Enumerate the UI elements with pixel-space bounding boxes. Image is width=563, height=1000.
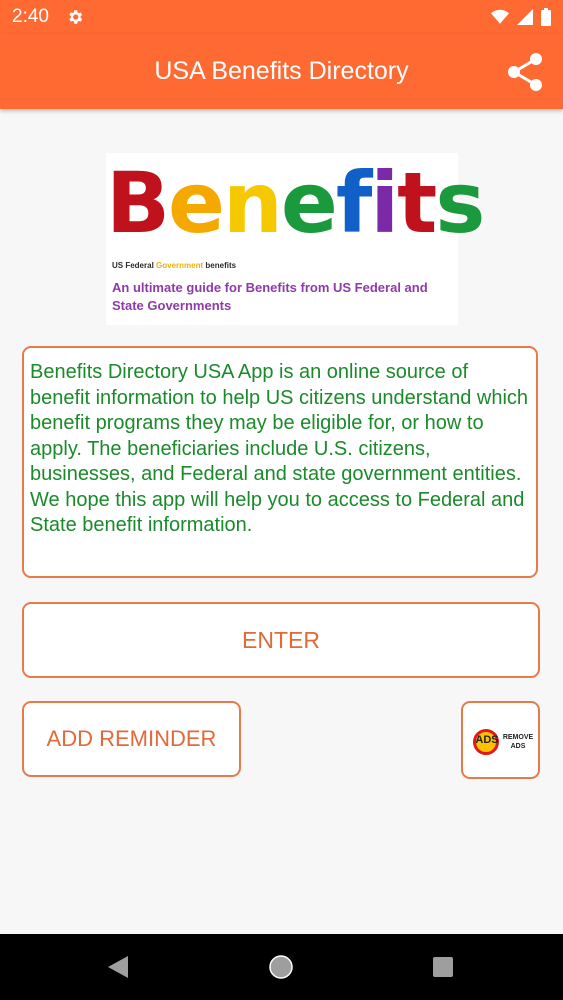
- status-bar: 2:40: [0, 0, 563, 34]
- app-bar: USA Benefits Directory: [0, 34, 563, 109]
- benefits-logo: Benefits US Federal Government benefits …: [106, 153, 485, 325]
- home-icon[interactable]: [268, 954, 294, 985]
- signal-icon: [517, 9, 533, 30]
- description-text: Benefits Directory USA App is an online …: [30, 361, 529, 536]
- logo-subtitle-post: benefits: [205, 261, 237, 270]
- logo-subtitle: US Federal Government benefits: [112, 261, 236, 270]
- share-icon: [503, 53, 547, 98]
- battery-icon: [541, 8, 551, 31]
- remove-ads-label: REMOVE ADS: [502, 734, 534, 750]
- status-icons: [491, 8, 551, 31]
- logo-letter-2: n: [223, 154, 283, 252]
- logo-letter-3: e: [280, 154, 338, 252]
- enter-button[interactable]: ENTER: [22, 602, 540, 678]
- logo-letter-6: t: [397, 154, 437, 252]
- wifi-icon: [491, 9, 509, 30]
- remove-ads-button[interactable]: ADS REMOVE ADS: [461, 701, 540, 779]
- share-button[interactable]: [503, 50, 547, 94]
- app-title: USA Benefits Directory: [154, 57, 409, 85]
- ads-badge-text: ADS: [475, 734, 499, 746]
- logo-letter-4: f: [335, 154, 373, 252]
- system-nav-bar: [0, 934, 563, 1000]
- logo-letter-0: B: [106, 154, 170, 252]
- recent-apps-icon[interactable]: [432, 956, 454, 983]
- logo-tagline: An ultimate guide for Benefits from US F…: [112, 280, 428, 313]
- back-icon[interactable]: [106, 954, 130, 985]
- logo-letter-5: i: [370, 154, 399, 252]
- status-time: 2:40: [12, 6, 49, 27]
- description-box: Benefits Directory USA App is an online …: [22, 346, 538, 578]
- logo-subtitle-gov: Government: [156, 261, 204, 270]
- logo-wordmark: Benefits: [106, 161, 485, 245]
- logo-subtitle-pre: US Federal: [112, 261, 154, 270]
- add-reminder-button[interactable]: ADD REMINDER: [22, 701, 241, 777]
- logo-letter-7: s: [435, 154, 485, 252]
- settings-gear-icon: [66, 8, 84, 26]
- logo-letter-1: e: [168, 154, 225, 252]
